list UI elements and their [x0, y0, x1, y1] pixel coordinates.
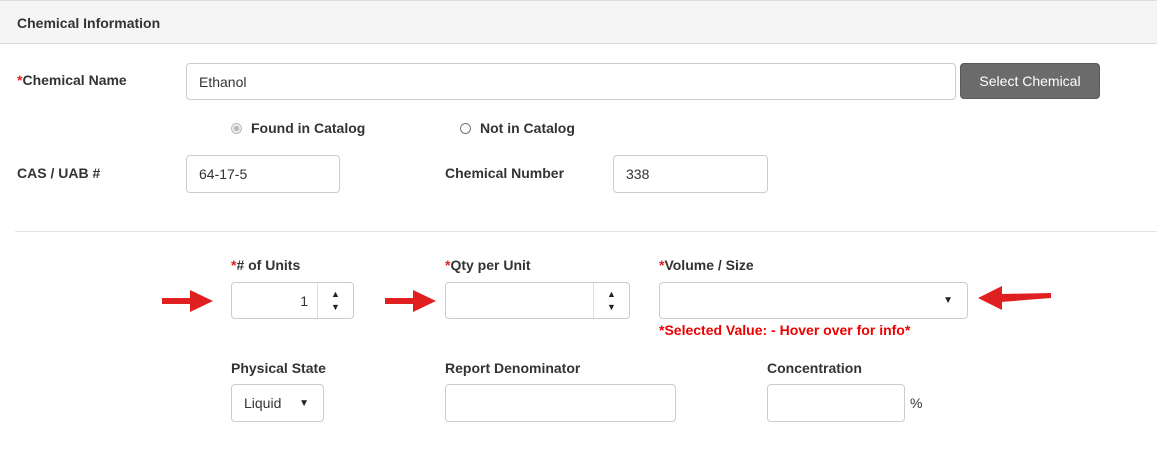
- input-value: Ethanol: [199, 73, 247, 90]
- concentration-label: Concentration: [767, 360, 862, 376]
- label-text: # of Units: [236, 257, 301, 273]
- spin-down-icon[interactable]: ▼: [607, 301, 616, 314]
- input-value: 338: [626, 166, 650, 182]
- spin-up-icon[interactable]: ▲: [331, 288, 340, 301]
- chevron-down-icon: ▼: [943, 295, 953, 306]
- volume-selected-note: *Selected Value: - Hover over for info*: [659, 322, 911, 338]
- units-label: *# of Units: [231, 257, 300, 273]
- panel-title: Chemical Information: [17, 15, 161, 31]
- concentration-input[interactable]: [767, 384, 905, 422]
- report-denominator-input[interactable]: [445, 384, 676, 422]
- input-value: 64-17-5: [199, 166, 248, 182]
- radio-icon: [460, 122, 471, 134]
- volume-label: *Volume / Size: [659, 257, 754, 273]
- radio-label: Found in Catalog: [251, 120, 366, 136]
- label-text: Qty per Unit: [450, 257, 531, 273]
- cas-label: CAS / UAB #: [17, 165, 101, 181]
- report-denominator-label: Report Denominator: [445, 360, 581, 376]
- physical-state-select[interactable]: Liquid ▼: [231, 384, 324, 422]
- qty-label: *Qty per Unit: [445, 257, 531, 273]
- label-text: Chemical Name: [22, 72, 127, 88]
- annotation-arrow-left-icon: [978, 286, 1051, 310]
- physical-state-label: Physical State: [231, 360, 326, 376]
- select-value: Liquid: [244, 395, 282, 411]
- chemical-number-input[interactable]: 338: [613, 155, 768, 193]
- chemical-number-label: Chemical Number: [445, 165, 565, 181]
- cas-input[interactable]: 64-17-5: [186, 155, 340, 193]
- qty-spinner[interactable]: ▲ ▼: [593, 283, 629, 318]
- chemical-name-label: *Chemical Name: [17, 72, 127, 88]
- divider: [15, 231, 1157, 232]
- chemical-name-input[interactable]: Ethanol: [186, 63, 956, 100]
- radio-label: Not in Catalog: [480, 120, 575, 136]
- units-spinner[interactable]: ▲ ▼: [317, 283, 353, 318]
- spin-up-icon[interactable]: ▲: [607, 288, 616, 301]
- radio-found-in-catalog[interactable]: Found in Catalog: [231, 120, 365, 136]
- spin-down-icon[interactable]: ▼: [331, 301, 340, 314]
- radio-not-in-catalog[interactable]: Not in Catalog: [460, 120, 575, 136]
- panel-header: Chemical Information: [0, 0, 1157, 44]
- qty-number-input[interactable]: ▲ ▼: [445, 282, 630, 319]
- percent-unit: %: [910, 395, 923, 411]
- select-chemical-button[interactable]: Select Chemical: [960, 63, 1100, 99]
- units-number-input[interactable]: 1 ▲ ▼: [231, 282, 354, 319]
- annotation-arrow-right-icon: [385, 290, 436, 312]
- volume-select[interactable]: ▼: [659, 282, 968, 319]
- annotation-arrow-right-icon: [162, 290, 213, 312]
- label-text: Volume / Size: [664, 257, 754, 273]
- chevron-down-icon: ▼: [299, 397, 309, 409]
- radio-icon: [231, 122, 242, 134]
- input-value: 1: [300, 292, 308, 309]
